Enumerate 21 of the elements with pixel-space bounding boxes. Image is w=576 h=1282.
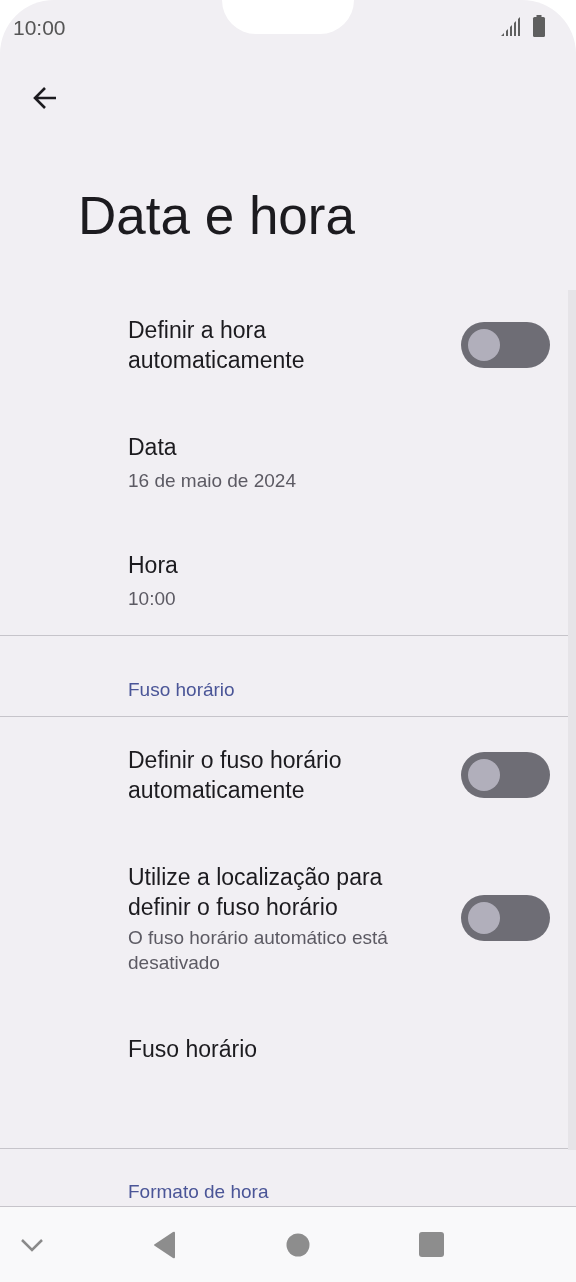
setting-summary: O fuso horário automático está desativado — [128, 925, 389, 975]
setting-title[interactable]: Utilize a localização para definir o fuso horário — [128, 861, 448, 922]
home-icon[interactable] — [286, 1232, 310, 1257]
battery-icon — [532, 14, 546, 37]
setting-title[interactable]: Definir a hora automaticamente — [128, 315, 448, 375]
back-arrow-icon[interactable] — [32, 84, 58, 111]
toggle-switch[interactable] — [461, 322, 550, 368]
toggle-switch[interactable] — [461, 751, 550, 798]
back-icon[interactable] — [153, 1230, 177, 1259]
setting-title[interactable]: Hora — [128, 549, 448, 580]
setting-title[interactable]: Data — [128, 432, 448, 462]
setting-summary: 10:00 — [128, 586, 177, 611]
section-header: Formato de hora — [128, 1181, 269, 1203]
toggle-switch[interactable] — [461, 895, 550, 941]
setting-title[interactable]: Fuso horário — [128, 1034, 448, 1064]
chevron-down-icon[interactable] — [20, 1237, 44, 1252]
setting-summary: 16 de maio de 2024 — [128, 469, 297, 493]
page-title: Data e hora — [77, 184, 356, 247]
setting-title[interactable]: Definir o fuso horário automaticamente — [128, 744, 448, 805]
section-header: Fuso horário — [128, 679, 235, 701]
status-time: 10:00 — [13, 15, 66, 40]
